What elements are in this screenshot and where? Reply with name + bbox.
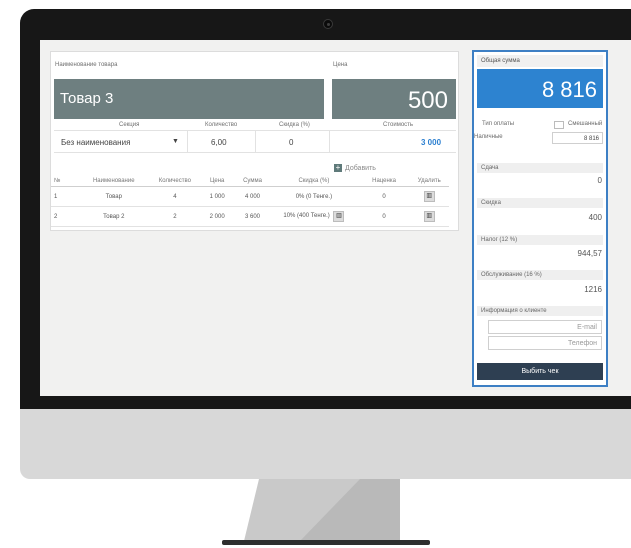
cash-input[interactable]: 8 816 xyxy=(552,132,603,144)
divider xyxy=(187,130,188,152)
column-price: Цена xyxy=(198,176,236,187)
monitor-chin xyxy=(20,409,631,479)
trash-icon[interactable]: ▥ xyxy=(333,211,345,222)
row-price: 1 000 xyxy=(198,186,236,207)
quantity-input[interactable]: 6,00 xyxy=(211,138,227,147)
row-sum: 3 600 xyxy=(235,206,270,227)
row-markup: 0 xyxy=(358,186,410,207)
total-label: Общая сумма xyxy=(477,55,603,67)
column-delete: Удалить xyxy=(409,176,449,187)
trash-icon[interactable]: ▥ xyxy=(423,191,435,202)
row-name: Товар 2 xyxy=(76,206,152,227)
column-quantity: Количество xyxy=(151,176,199,187)
screen: Наименование товара Цена Товар 3 500 Сек… xyxy=(40,40,631,396)
cost-label: Стоимость xyxy=(383,122,414,128)
total-value: 8 816 xyxy=(477,69,603,108)
summary-panel: Общая сумма 8 816 Тип оплаты Смешанный Н… xyxy=(472,50,608,387)
row-markup: 0 xyxy=(358,206,410,227)
client-info-label: Информация о клиенте xyxy=(477,306,603,316)
discount-label: Скидка (%) xyxy=(279,122,310,128)
divider xyxy=(54,152,456,153)
payment-type-label: Тип оплаты xyxy=(482,121,515,127)
row-name: Товар xyxy=(76,186,152,207)
column-name: Наименование xyxy=(76,176,152,187)
discount-input[interactable]: 0 xyxy=(289,138,293,147)
price-field[interactable]: 500 xyxy=(332,79,456,119)
trash-icon[interactable]: ▥ xyxy=(423,211,435,222)
table-header-row: № Наименование Количество Цена Сумма Ски… xyxy=(51,176,449,187)
column-number: № xyxy=(51,176,77,187)
column-markup: Наценка xyxy=(358,176,410,187)
section-select[interactable]: Без наименования xyxy=(61,138,130,147)
email-field[interactable]: E-mail xyxy=(488,320,602,334)
product-name-field[interactable]: Товар 3 xyxy=(54,79,324,119)
add-button-label: Добавить xyxy=(345,164,376,172)
mixed-payment-checkbox[interactable] xyxy=(554,121,564,129)
row-quantity: 4 xyxy=(151,186,199,207)
row-discount: 0% (0 Тенге.) xyxy=(269,186,359,207)
discount-summary-label: Скидка xyxy=(477,198,603,208)
row-price: 2 000 xyxy=(198,206,236,227)
row-delete: ▥ xyxy=(409,186,449,207)
change-value: 0 xyxy=(597,176,602,185)
column-sum: Сумма xyxy=(235,176,270,187)
row-number: 2 xyxy=(51,206,77,227)
product-name-label: Наименование товара xyxy=(55,62,118,68)
section-label: Секция xyxy=(119,122,140,128)
add-button[interactable]: + Добавить xyxy=(334,164,376,172)
row-sum: 4 000 xyxy=(235,186,270,207)
cost-value: 3 000 xyxy=(421,138,442,147)
items-table: № Наименование Количество Цена Сумма Ски… xyxy=(51,176,449,227)
change-label: Сдача xyxy=(477,163,603,173)
phone-field[interactable]: Телефон xyxy=(488,336,602,350)
camera-icon xyxy=(323,19,333,29)
row-delete: ▥ xyxy=(409,206,449,227)
service-value: 1216 xyxy=(584,285,602,294)
row-number: 1 xyxy=(51,186,77,207)
cash-label: Наличные xyxy=(474,134,503,140)
row-discount: 10% (400 Тенге.) ▥ xyxy=(269,206,359,227)
caret-down-icon[interactable]: ▼ xyxy=(172,138,179,145)
row-quantity: 2 xyxy=(151,206,199,227)
divider xyxy=(255,130,256,152)
table-row[interactable]: 2 Товар 2 2 2 000 3 600 10% (400 Тенге.)… xyxy=(51,206,449,227)
tax-value: 944,57 xyxy=(577,249,602,258)
print-receipt-button[interactable]: Выбить чек xyxy=(477,363,603,380)
plus-icon: + xyxy=(334,163,342,172)
quantity-label: Количество xyxy=(205,122,238,128)
monitor-base xyxy=(222,540,430,545)
price-label: Цена xyxy=(333,62,348,68)
tax-label: Налог (12 %) xyxy=(477,235,603,245)
column-discount: Скидка (%) xyxy=(269,176,359,187)
discount-summary-value: 400 xyxy=(588,213,602,222)
row-discount-text: 10% (400 Тенге.) xyxy=(283,213,330,219)
divider xyxy=(329,130,330,152)
mixed-payment-label: Смешанный xyxy=(568,121,603,127)
table-row[interactable]: 1 Товар 4 1 000 4 000 0% (0 Тенге.) 0 ▥ xyxy=(51,186,449,207)
service-label: Обслуживание (16 %) xyxy=(477,270,603,280)
